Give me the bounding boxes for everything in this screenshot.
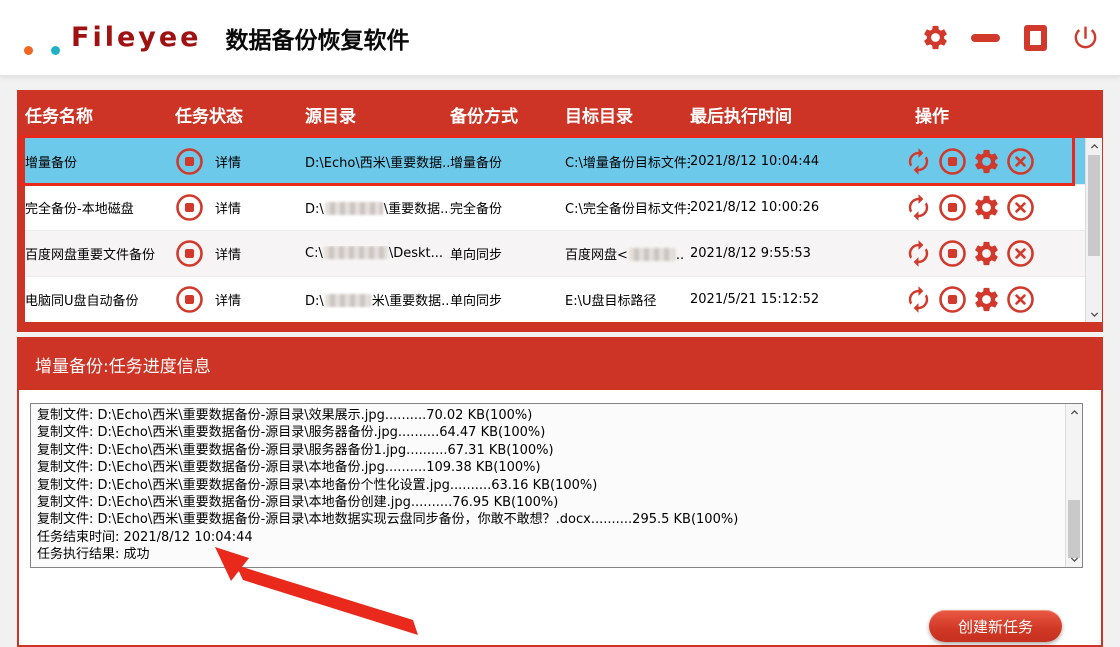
settings-icon[interactable]	[972, 193, 1001, 222]
sync-icon[interactable]	[904, 239, 933, 268]
sync-icon[interactable]	[904, 147, 933, 176]
task-detail-link[interactable]: 详情	[215, 290, 305, 309]
column-header: 目标目录	[565, 102, 690, 127]
task-log-box[interactable]: 复制文件: D:\Echo\西米\重要数据备份-源目录\效果展示.jpg....…	[30, 403, 1083, 568]
stop-icon[interactable]	[938, 285, 967, 314]
stop-icon	[175, 147, 204, 176]
target-directory: E:\U盘目标路径	[565, 290, 690, 309]
scroll-up-icon[interactable]	[1066, 404, 1082, 420]
table-body: 增量备份 详情 D:\Echo\西米\重要数据... 增量备份 C:\增量备份目…	[25, 138, 1085, 322]
source-directory: D:\米\重要数据...	[305, 290, 450, 309]
fileyee-logo-icon	[22, 18, 62, 58]
blurred-text	[324, 246, 388, 259]
table-row[interactable]: 电脑同U盘自动备份 详情 D:\米\重要数据... 单向同步 E:\U盘目标路径…	[25, 276, 1085, 322]
log-line: 复制文件: D:\Echo\西米\重要数据备份-源目录\本地备份个性化设置.jp…	[37, 477, 1062, 494]
task-table-panel: 任务名称任务状态源目录备份方式目标目录最后执行时间操作 增量备份 详情 D:\E…	[17, 90, 1103, 332]
last-run-time: 2021/8/12 9:55:53	[690, 246, 900, 261]
last-run-time: 2021/5/21 15:12:52	[690, 292, 900, 307]
maximize-icon[interactable]	[1021, 23, 1050, 52]
target-directory: C:\完全备份目标文件夹	[565, 198, 690, 217]
stop-icon	[175, 193, 204, 222]
progress-panel: 增量备份:任务进度信息 复制文件: D:\Echo\西米\重要数据备份-源目录\…	[17, 337, 1103, 647]
task-name: 百度网盘重要文件备份	[25, 244, 175, 263]
settings-icon[interactable]	[972, 147, 1001, 176]
gear-icon[interactable]	[921, 23, 950, 52]
settings-icon[interactable]	[972, 285, 1001, 314]
stop-icon[interactable]	[938, 239, 967, 268]
blurred-text	[629, 248, 675, 261]
task-name: 完全备份-本地磁盘	[25, 198, 175, 217]
log-line: 复制文件: D:\Echo\西米\重要数据备份-源目录\效果展示.jpg....…	[37, 407, 1062, 424]
log-line: 复制文件: D:\Echo\西米\重要数据备份-源目录\本地备份.jpg....…	[37, 459, 1062, 476]
task-name: 增量备份	[25, 152, 175, 171]
backup-method: 单向同步	[450, 290, 565, 309]
brand-name: Fileyee	[71, 22, 202, 53]
task-detail-link[interactable]: 详情	[215, 244, 305, 263]
sync-icon[interactable]	[904, 193, 933, 222]
log-line: 复制文件: D:\Echo\西米\重要数据备份-源目录\本地数据实现云盘同步备份…	[37, 511, 1062, 528]
log-scrollbar[interactable]	[1065, 404, 1082, 567]
task-detail-link[interactable]: 详情	[215, 198, 305, 217]
blurred-text	[325, 202, 383, 215]
table-row[interactable]: 增量备份 详情 D:\Echo\西米\重要数据... 增量备份 C:\增量备份目…	[25, 138, 1085, 184]
source-directory: D:\Echo\西米\重要数据...	[305, 152, 450, 171]
backup-method: 单向同步	[450, 244, 565, 263]
delete-icon[interactable]	[1006, 239, 1035, 268]
power-icon[interactable]	[1071, 23, 1100, 52]
column-header: 操作	[900, 102, 1103, 127]
column-header: 任务状态	[175, 102, 305, 127]
stop-icon	[175, 285, 204, 314]
log-line: 任务执行结果: 成功	[37, 546, 1062, 563]
last-run-time: 2021/8/12 10:04:44	[690, 154, 900, 169]
task-detail-link[interactable]: 详情	[215, 152, 305, 171]
source-directory: D:\\重要数据...	[305, 198, 450, 217]
delete-icon[interactable]	[1006, 285, 1035, 314]
progress-panel-title: 增量备份:任务进度信息	[19, 339, 1101, 390]
settings-icon[interactable]	[972, 239, 1001, 268]
stop-icon[interactable]	[938, 193, 967, 222]
target-directory: 百度网盘<..	[565, 244, 690, 263]
row-actions	[900, 147, 1085, 176]
column-header: 任务名称	[17, 102, 175, 127]
titlebar: Fileyee 数据备份恢复软件	[0, 0, 1120, 76]
backup-method: 完全备份	[450, 198, 565, 217]
blurred-text	[325, 294, 371, 307]
log-line: 复制文件: D:\Echo\西米\重要数据备份-源目录\本地备份创建.jpg..…	[37, 494, 1062, 511]
column-header: 源目录	[305, 102, 450, 127]
create-new-task-button[interactable]: 创建新任务	[929, 610, 1062, 642]
source-directory: C:\\Deskt...	[305, 246, 450, 261]
delete-icon[interactable]	[1006, 193, 1035, 222]
column-header: 最后执行时间	[690, 102, 900, 127]
scrollbar-thumb[interactable]	[1068, 500, 1080, 558]
scroll-up-icon[interactable]	[1086, 138, 1102, 154]
log-line: 复制文件: D:\Echo\西米\重要数据备份-源目录\服务器备份1.jpg..…	[37, 442, 1062, 459]
stop-icon[interactable]	[938, 147, 967, 176]
backup-method: 增量备份	[450, 152, 565, 171]
log-line: 复制文件: D:\Echo\西米\重要数据备份-源目录\服务器备份.jpg...…	[37, 424, 1062, 441]
row-actions	[900, 193, 1085, 222]
log-line: 任务结束时间: 2021/8/12 10:04:44	[37, 529, 1062, 546]
target-directory: C:\增量备份目标文件夹	[565, 152, 690, 171]
stop-icon	[175, 239, 204, 268]
table-scrollbar[interactable]	[1085, 138, 1102, 322]
scroll-down-icon[interactable]	[1066, 551, 1082, 567]
row-actions	[900, 239, 1085, 268]
task-name: 电脑同U盘自动备份	[25, 290, 175, 309]
table-row[interactable]: 百度网盘重要文件备份 详情 C:\\Deskt... 单向同步 百度网盘<.. …	[25, 230, 1085, 276]
app-title: 数据备份恢复软件	[226, 21, 410, 55]
table-row[interactable]: 完全备份-本地磁盘 详情 D:\\重要数据... 完全备份 C:\完全备份目标文…	[25, 184, 1085, 230]
row-actions	[900, 285, 1085, 314]
titlebar-actions	[921, 23, 1100, 52]
sync-icon[interactable]	[904, 285, 933, 314]
column-header: 备份方式	[450, 102, 565, 127]
scrollbar-thumb[interactable]	[1088, 155, 1100, 256]
scroll-down-icon[interactable]	[1086, 306, 1102, 322]
last-run-time: 2021/8/12 10:00:26	[690, 200, 900, 215]
minimize-icon[interactable]	[971, 23, 1000, 52]
table-header-row: 任务名称任务状态源目录备份方式目标目录最后执行时间操作	[17, 90, 1103, 138]
delete-icon[interactable]	[1006, 147, 1035, 176]
